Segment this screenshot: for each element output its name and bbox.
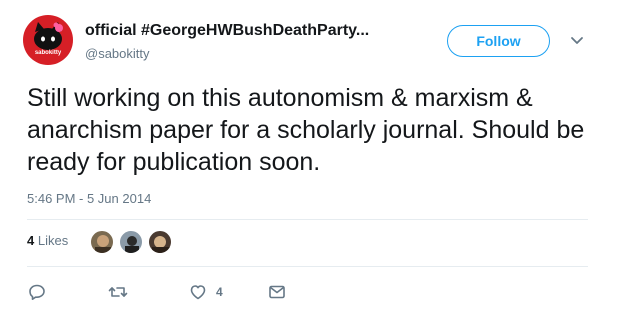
tweet-text: Still working on this autonomism & marxi…: [27, 84, 585, 176]
avatar[interactable]: sabokitty: [23, 15, 73, 65]
chevron-down-icon[interactable]: [570, 34, 584, 48]
liker-avatar[interactable]: [148, 230, 172, 254]
hello-kitty-icon: [34, 22, 63, 50]
likes-count: 4: [27, 233, 35, 248]
reply-icon[interactable]: [28, 283, 46, 301]
likes-stat[interactable]: 4 Likes: [27, 233, 68, 248]
liker-avatar[interactable]: [119, 230, 143, 254]
divider: [27, 266, 588, 267]
retweet-icon[interactable]: [108, 283, 128, 301]
likes-label: Likes: [37, 233, 69, 248]
divider: [27, 219, 588, 220]
message-icon[interactable]: [268, 283, 286, 301]
like-action-count: 4: [216, 285, 223, 299]
timestamp[interactable]: 5:46 PM - 5 Jun 2014: [27, 191, 151, 206]
liker-avatar[interactable]: [90, 230, 114, 254]
follow-button[interactable]: Follow: [447, 25, 550, 57]
display-name[interactable]: official #GeorgeHWBushDeathParty...: [85, 22, 369, 40]
heart-icon[interactable]: [189, 283, 207, 301]
avatar-label: sabokitty: [34, 50, 62, 56]
username[interactable]: @sabokitty: [85, 46, 150, 61]
